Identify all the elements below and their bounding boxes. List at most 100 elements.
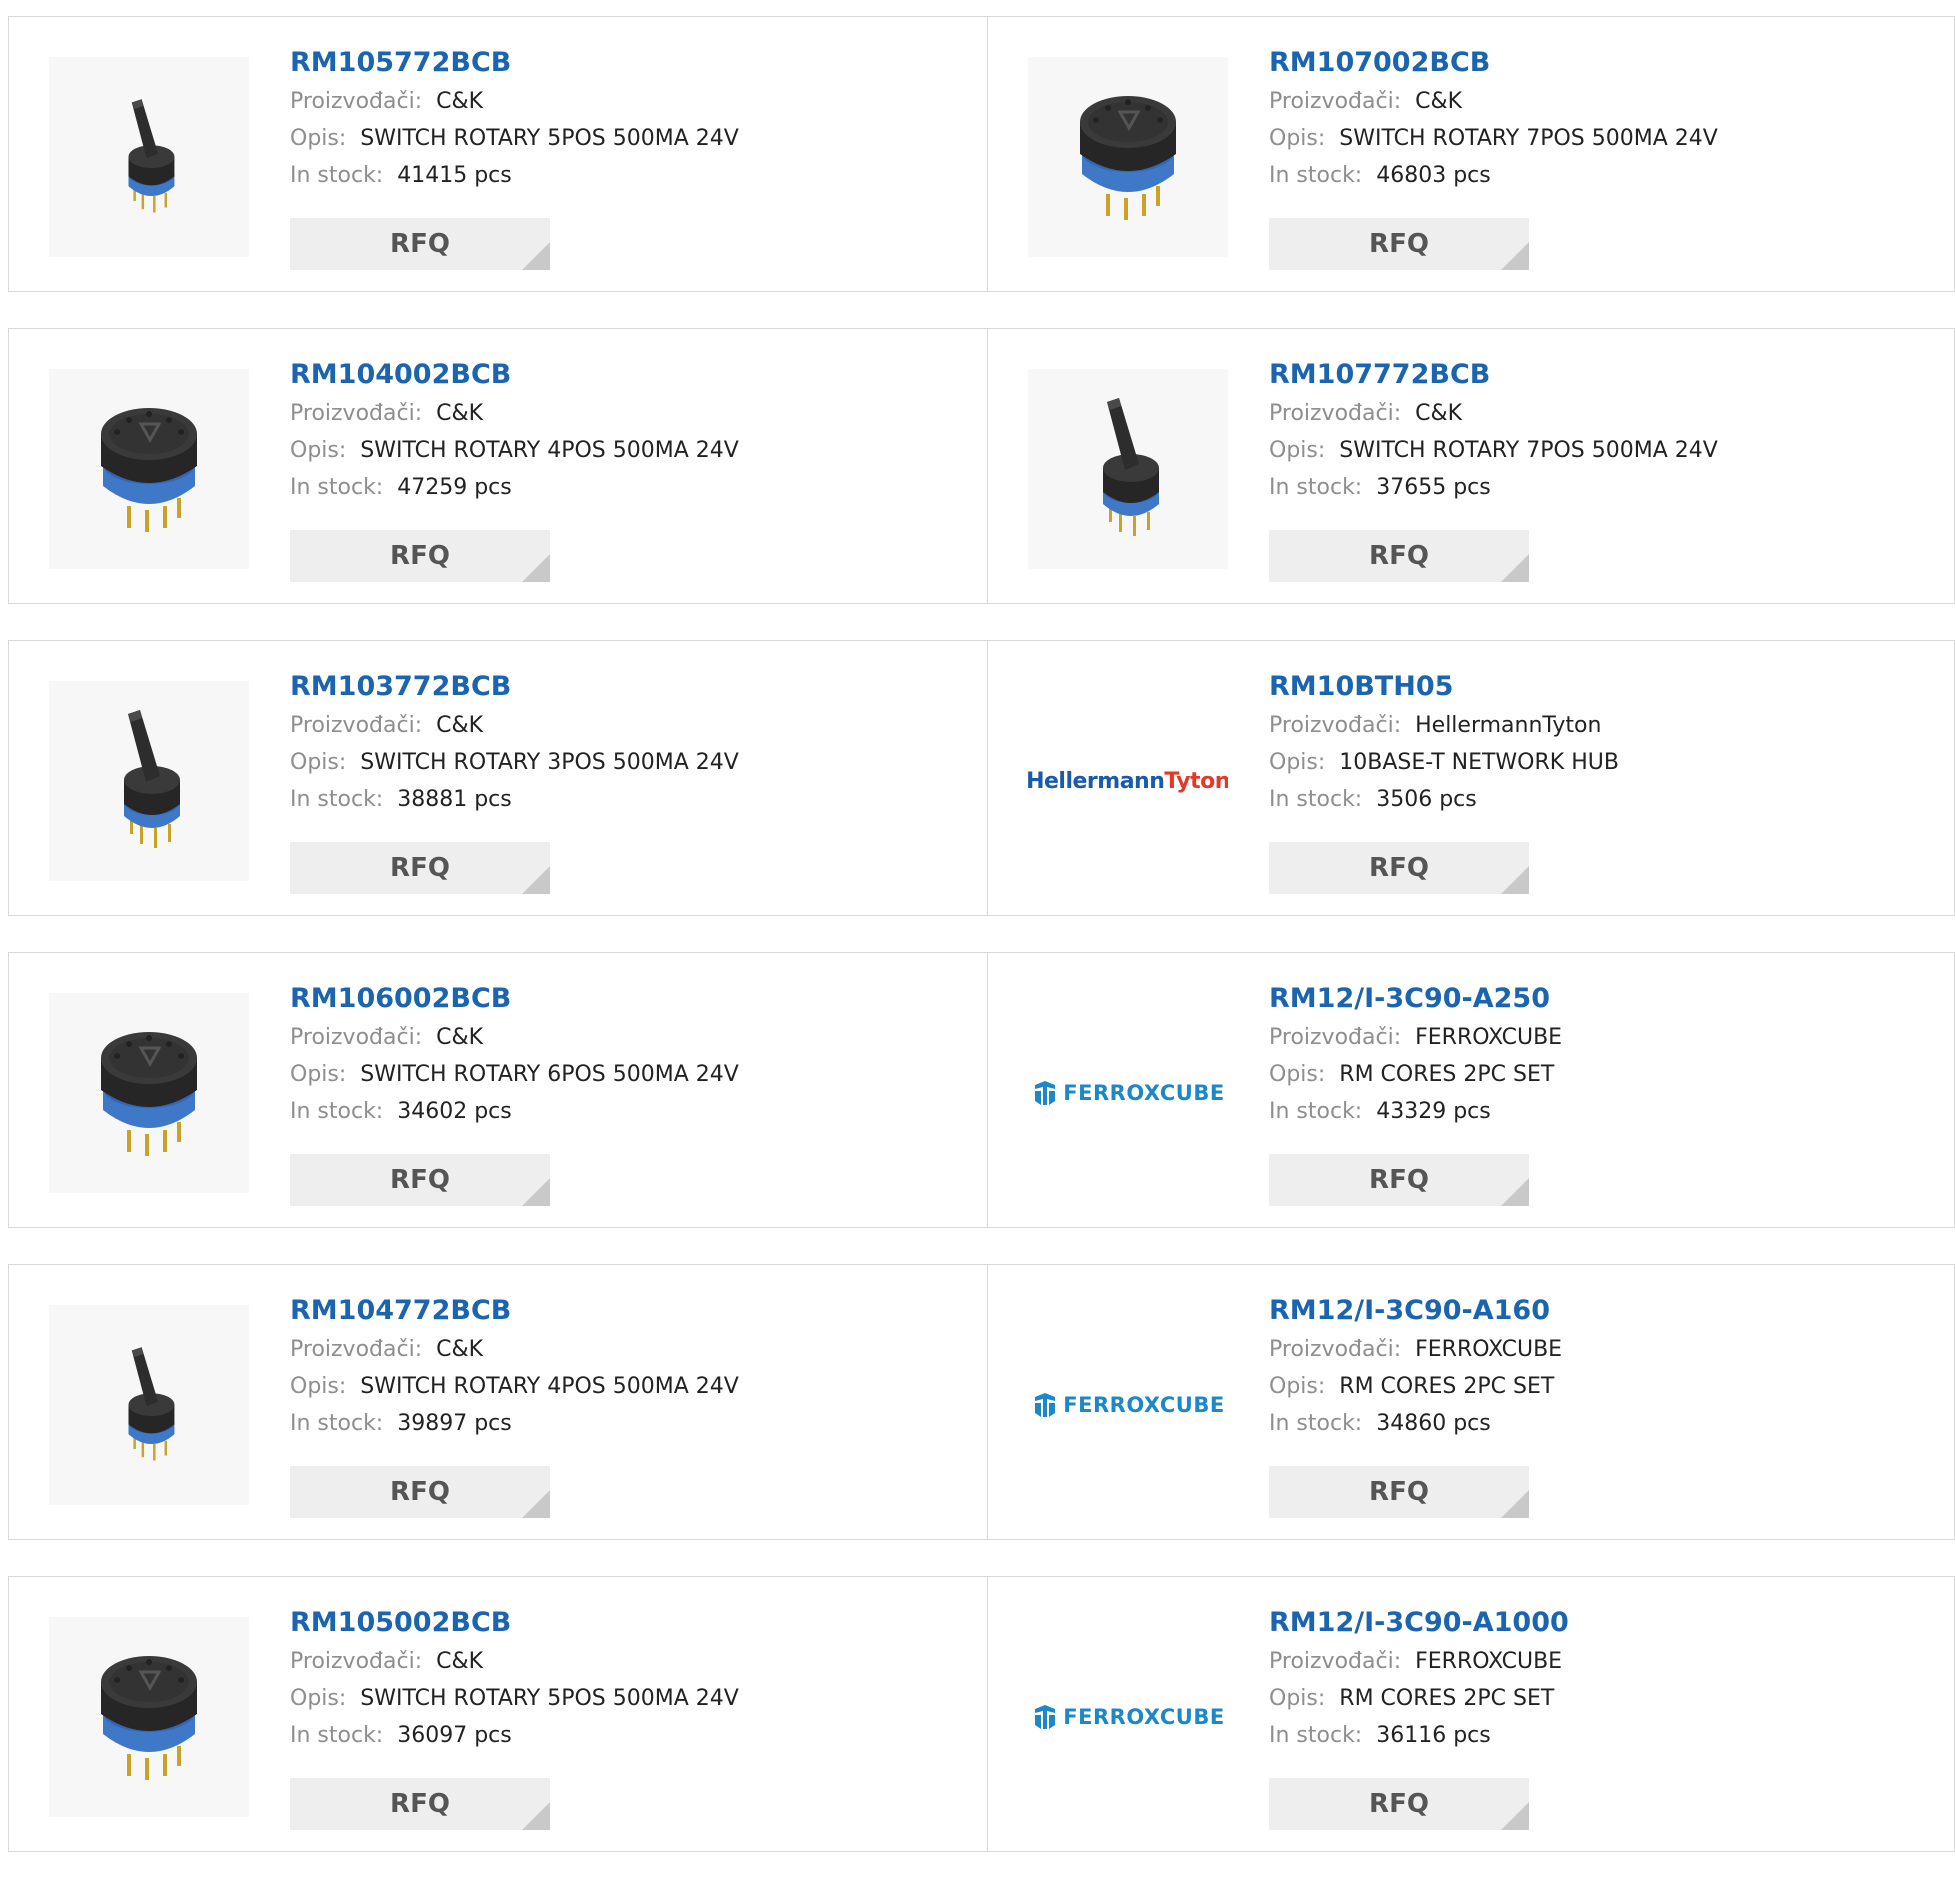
manufacturer-value: FERROXCUBE — [1415, 1337, 1563, 1362]
rotary-switch-shaft-icon — [1103, 398, 1159, 536]
product-info: RM12/I-3C90-A1000 Proizvođači: FERROXCUBE… — [1269, 1605, 1944, 1754]
rfq-button[interactable]: RFQ — [1269, 842, 1529, 894]
product-info: RM104002BCB Proizvođači: C&K Opis: SWITCH … — [290, 357, 977, 506]
product-image[interactable]: FERROXCUBE — [1028, 1305, 1228, 1505]
product-image[interactable] — [49, 57, 249, 257]
stock-row: In stock: 36116 pcs — [1269, 1717, 1944, 1754]
rfq-label: RFQ — [390, 1789, 450, 1819]
stock-label: In stock: — [290, 475, 384, 500]
manufacturer-label: Proizvođači: — [290, 1337, 423, 1362]
corner-triangle-icon — [522, 1802, 550, 1830]
rfq-label: RFQ — [1369, 1789, 1429, 1819]
corner-triangle-icon — [522, 1490, 550, 1518]
product-image[interactable]: FERROXCUBE — [1028, 1617, 1228, 1817]
rfq-label: RFQ — [1369, 541, 1429, 571]
manufacturer-label: Proizvođači: — [1269, 1337, 1402, 1362]
product-image[interactable] — [1028, 57, 1228, 257]
manufacturer-value: C&K — [436, 1649, 484, 1674]
rfq-button[interactable]: RFQ — [1269, 218, 1529, 270]
rfq-button[interactable]: RFQ — [290, 530, 550, 582]
part-number-link[interactable]: RM12/I-3C90-A160 — [1269, 1293, 1944, 1329]
part-number-link[interactable]: RM107772BCB — [1269, 357, 1944, 393]
rfq-button[interactable]: RFQ — [1269, 530, 1529, 582]
product-row: RM105772BCB Proizvođači: C&K Opis: SWITCH … — [8, 16, 1955, 292]
stock-label: In stock: — [290, 1411, 384, 1436]
part-number-link[interactable]: RM104772BCB — [290, 1293, 977, 1329]
rotary-switch-icon — [1080, 96, 1176, 220]
stock-value: 41415 pcs — [397, 163, 512, 188]
description-row: Opis: SWITCH ROTARY 5POS 500MA 24V — [290, 120, 977, 157]
rfq-button[interactable]: RFQ — [1269, 1466, 1529, 1518]
part-number-link[interactable]: RM103772BCB — [290, 669, 977, 705]
product-image[interactable] — [49, 1305, 249, 1505]
corner-triangle-icon — [522, 866, 550, 894]
rotary-switch-icon — [101, 408, 197, 532]
rfq-button[interactable]: RFQ — [290, 218, 550, 270]
product-grid: RM105772BCB Proizvođači: C&K Opis: SWITCH … — [8, 16, 1955, 1888]
description-row: Opis: 10BASE-T NETWORK HUB — [1269, 744, 1944, 781]
part-number-link[interactable]: RM10BTH05 — [1269, 669, 1944, 705]
manufacturer-label: Proizvođači: — [290, 89, 423, 114]
manufacturer-label: Proizvođači: — [290, 401, 423, 426]
part-number-link[interactable]: RM12/I-3C90-A250 — [1269, 981, 1944, 1017]
part-number-link[interactable]: RM104002BCB — [290, 357, 977, 393]
product-card: FERROXCUBE RM12/I-3C90-A1000 Proizvođači… — [988, 1576, 1955, 1852]
product-info: RM12/I-3C90-A160 Proizvođači: FERROXCUBE … — [1269, 1293, 1944, 1442]
rfq-button[interactable]: RFQ — [1269, 1778, 1529, 1830]
stock-label: In stock: — [290, 163, 384, 188]
part-number-link[interactable]: RM105002BCB — [290, 1605, 977, 1641]
product-info: RM107772BCB Proizvođači: C&K Opis: SWITCH … — [1269, 357, 1944, 506]
ferroxcube-cube-icon — [1035, 1705, 1056, 1729]
part-number-link[interactable]: RM107002BCB — [1269, 45, 1944, 81]
product-row: RM104772BCB Proizvođači: C&K Opis: SWITCH … — [8, 1264, 1955, 1540]
rfq-button[interactable]: RFQ — [290, 1778, 550, 1830]
rfq-button[interactable]: RFQ — [290, 1466, 550, 1518]
stock-row: In stock: 3506 pcs — [1269, 781, 1944, 818]
stock-row: In stock: 36097 pcs — [290, 1717, 977, 1754]
manufacturer-value: HellermannTyton — [1415, 713, 1602, 738]
description-value: SWITCH ROTARY 4POS 500MA 24V — [360, 1374, 739, 1399]
description-value: SWITCH ROTARY 5POS 500MA 24V — [360, 126, 739, 151]
stock-label: In stock: — [1269, 163, 1363, 188]
product-image[interactable] — [49, 1617, 249, 1817]
manufacturer-row: Proizvođači: C&K — [290, 83, 977, 120]
stock-value: 36116 pcs — [1376, 1723, 1491, 1748]
manufacturer-row: Proizvođači: C&K — [290, 1019, 977, 1056]
product-image[interactable] — [49, 681, 249, 881]
stock-label: In stock: — [1269, 787, 1363, 812]
product-image[interactable] — [49, 369, 249, 569]
product-image[interactable] — [1028, 369, 1228, 569]
manufacturer-label: Proizvođači: — [290, 1025, 423, 1050]
rfq-button[interactable]: RFQ — [290, 842, 550, 894]
rotary-switch-icon — [101, 1656, 197, 1780]
product-card: RM104002BCB Proizvođači: C&K Opis: SWITCH … — [8, 328, 988, 604]
description-label: Opis: — [1269, 750, 1326, 775]
stock-row: In stock: 37655 pcs — [1269, 469, 1944, 506]
product-info: RM12/I-3C90-A250 Proizvođači: FERROXCUBE … — [1269, 981, 1944, 1130]
description-label: Opis: — [1269, 1686, 1326, 1711]
rfq-button[interactable]: RFQ — [1269, 1154, 1529, 1206]
manufacturer-value: C&K — [436, 89, 484, 114]
part-number-link[interactable]: RM106002BCB — [290, 981, 977, 1017]
product-card: RM104772BCB Proizvođači: C&K Opis: SWITCH … — [8, 1264, 988, 1540]
part-number-link[interactable]: RM105772BCB — [290, 45, 977, 81]
product-image[interactable]: FERROXCUBE — [1028, 993, 1228, 1193]
manufacturer-value: C&K — [436, 1337, 484, 1362]
stock-row: In stock: 34602 pcs — [290, 1093, 977, 1130]
rfq-label: RFQ — [390, 229, 450, 259]
description-row: Opis: SWITCH ROTARY 5POS 500MA 24V — [290, 1680, 977, 1717]
manufacturer-row: Proizvođači: C&K — [290, 707, 977, 744]
rfq-label: RFQ — [1369, 229, 1429, 259]
description-value: SWITCH ROTARY 6POS 500MA 24V — [360, 1062, 739, 1087]
stock-label: In stock: — [1269, 1723, 1363, 1748]
rfq-label: RFQ — [390, 1165, 450, 1195]
product-image[interactable]: HellermannTyton — [1028, 681, 1228, 881]
rfq-button[interactable]: RFQ — [290, 1154, 550, 1206]
rfq-label: RFQ — [390, 853, 450, 883]
corner-triangle-icon — [522, 1178, 550, 1206]
product-card: RM107002BCB Proizvođači: C&K Opis: SWITCH … — [988, 16, 1955, 292]
product-image[interactable] — [49, 993, 249, 1193]
manufacturer-value: C&K — [436, 713, 484, 738]
part-number-link[interactable]: RM12/I-3C90-A1000 — [1269, 1605, 1944, 1641]
description-label: Opis: — [290, 438, 347, 463]
